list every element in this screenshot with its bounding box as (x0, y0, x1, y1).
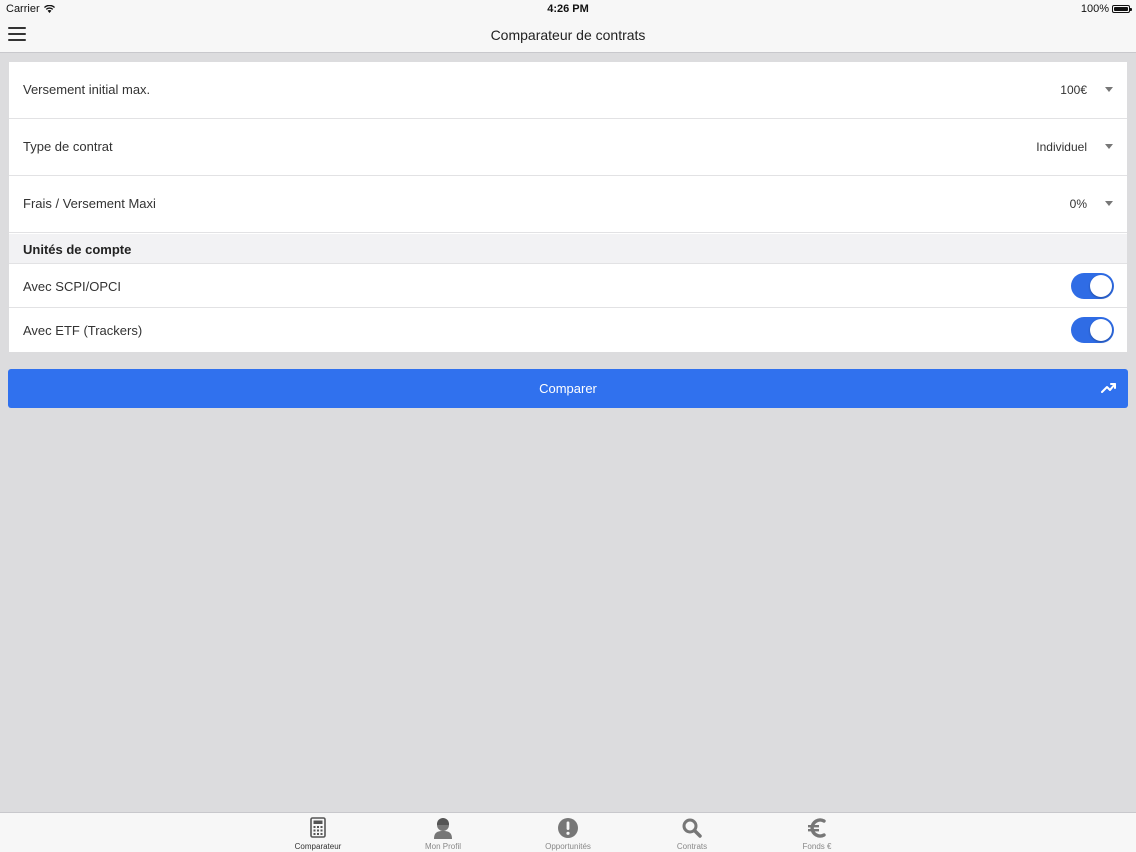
contract-type-value: Individuel (1036, 140, 1087, 154)
section-title: Unités de compte (23, 242, 132, 257)
compare-button-label: Comparer (539, 381, 597, 396)
tab-label: Comparateur (294, 842, 342, 851)
initial-payment-label: Versement initial max. (23, 82, 151, 97)
tab-fonds-euro[interactable]: Fonds € (772, 813, 862, 852)
tab-label: Mon Profil (424, 842, 461, 851)
tab-opportunites[interactable]: Opportunités (523, 813, 613, 852)
tab-label: Contrats (676, 842, 708, 851)
initial-payment-select[interactable]: Versement initial max. 100€ (9, 62, 1127, 119)
search-icon (682, 818, 702, 838)
status-time: 4:26 PM (547, 3, 589, 15)
tab-bar: Comparateur Mon Profil Opportunités Cont… (0, 812, 1136, 852)
contract-type-label: Type de contrat (23, 139, 113, 154)
scpi-opci-row: Avec SCPI/OPCI (9, 264, 1127, 308)
scpi-opci-toggle[interactable] (1071, 273, 1114, 299)
navigation-bar: Comparateur de contrats (0, 18, 1136, 53)
etf-trackers-row: Avec ETF (Trackers) (9, 308, 1127, 352)
euro-icon (808, 818, 826, 838)
fees-value: 0% (1069, 197, 1087, 211)
tab-comparateur[interactable]: Comparateur (273, 813, 363, 852)
contract-type-select[interactable]: Type de contrat Individuel (9, 119, 1127, 176)
fees-label: Frais / Versement Maxi (23, 196, 156, 211)
comparator-form: Versement initial max. 100€ Type de cont… (9, 62, 1127, 352)
compare-button[interactable]: Comparer (8, 369, 1128, 408)
caret-down-icon (1105, 87, 1113, 92)
section-header-units: Unités de compte (9, 234, 1127, 264)
trending-up-icon (1101, 383, 1116, 393)
battery-icon (1112, 5, 1132, 13)
caret-down-icon (1105, 201, 1113, 206)
exclamation-circle-icon (558, 818, 578, 838)
battery-percent: 100% (1080, 3, 1109, 15)
calculator-icon (310, 817, 326, 838)
status-battery: 100% (1080, 3, 1132, 15)
tab-label: Opportunités (545, 842, 591, 851)
etf-trackers-label: Avec ETF (Trackers) (23, 323, 143, 338)
fees-select[interactable]: Frais / Versement Maxi 0% (9, 176, 1127, 233)
status-bar: Carrier 4:26 PM 100% (0, 0, 1136, 18)
etf-trackers-toggle[interactable] (1071, 317, 1114, 343)
user-icon (434, 818, 452, 839)
caret-down-icon (1105, 144, 1113, 149)
scpi-opci-label: Avec SCPI/OPCI (23, 279, 122, 294)
tab-label: Fonds € (802, 842, 832, 851)
tab-contrats[interactable]: Contrats (647, 813, 737, 852)
page-title: Comparateur de contrats (490, 27, 646, 43)
initial-payment-value: 100€ (1060, 83, 1087, 97)
tab-mon-profil[interactable]: Mon Profil (398, 813, 488, 852)
